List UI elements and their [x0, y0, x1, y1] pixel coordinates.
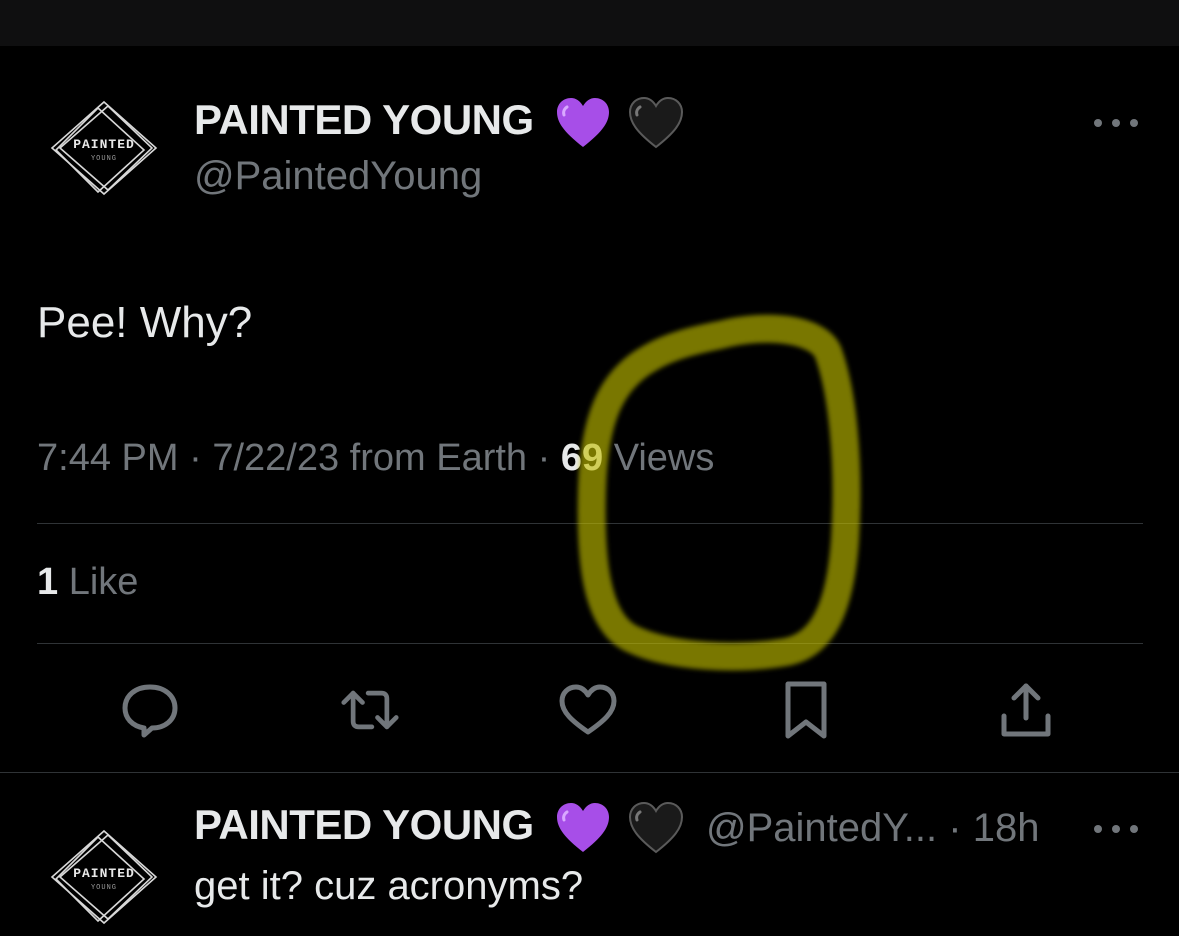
avatar-subtext: YOUNG: [91, 155, 117, 163]
divider: [37, 523, 1143, 524]
black-heart-icon: [628, 96, 684, 149]
share-button[interactable]: [996, 680, 1056, 740]
reply-display-name-row[interactable]: PAINTED YOUNG: [194, 801, 684, 854]
handle[interactable]: @PaintedYoung: [194, 154, 482, 199]
views-count[interactable]: 69: [561, 437, 603, 479]
tweet-meta: 7:44 PM · 7/22/23 from Earth · 69 Views: [37, 437, 714, 480]
tweet-divider: [0, 772, 1179, 773]
purple-heart-icon: [555, 97, 611, 149]
reply-handle[interactable]: @PaintedY...: [706, 806, 937, 850]
reply-time[interactable]: 18h: [973, 806, 1040, 850]
reply-avatar[interactable]: PAINTED YOUNG: [48, 827, 160, 927]
reply-avatar-text: PAINTED: [73, 866, 135, 881]
painted-young-logo: PAINTED YOUNG: [50, 100, 158, 196]
tweet-date: 7/22/23: [212, 437, 340, 479]
tweet-time: 7:44 PM: [37, 437, 179, 479]
avatar[interactable]: PAINTED YOUNG: [48, 98, 160, 198]
reply-avatar-subtext: YOUNG: [91, 884, 117, 892]
reply-icon: [122, 684, 178, 738]
reply-text: get it? cuz acronyms?: [194, 864, 584, 908]
meta-separator: ·: [537, 437, 551, 479]
divider: [37, 643, 1143, 644]
reply-display-name[interactable]: PAINTED YOUNG: [194, 801, 534, 848]
like-button[interactable]: [558, 680, 618, 740]
reply-separator: ·: [948, 806, 962, 850]
reply-handle-time[interactable]: @PaintedY... · 18h: [706, 806, 1039, 851]
top-bar: [0, 0, 1179, 46]
like-label[interactable]: Like: [69, 561, 139, 603]
likes-summary[interactable]: 1 Like: [37, 561, 138, 604]
highlight-circle-annotation: [560, 290, 880, 680]
bookmark-button[interactable]: [776, 680, 836, 740]
bookmark-icon: [785, 681, 827, 739]
avatar-text: PAINTED: [73, 137, 135, 152]
tweet-source: from Earth: [349, 437, 528, 479]
retweet-button[interactable]: [340, 680, 400, 740]
share-icon: [1001, 683, 1051, 737]
heart-icon: [559, 684, 617, 735]
display-name-row[interactable]: PAINTED YOUNG: [194, 96, 684, 149]
views-label[interactable]: Views: [614, 437, 715, 479]
reply-button[interactable]: [120, 680, 180, 740]
display-name[interactable]: PAINTED YOUNG: [194, 96, 534, 143]
tweet-text: Pee! Why?: [37, 298, 253, 347]
more-options-icon[interactable]: [1094, 114, 1138, 132]
meta-separator: ·: [189, 437, 202, 479]
retweet-icon: [341, 690, 399, 730]
reply-more-options-icon[interactable]: [1094, 820, 1138, 838]
like-count[interactable]: 1: [37, 561, 58, 603]
painted-young-logo: PAINTED YOUNG: [50, 829, 158, 925]
black-heart-icon: [628, 801, 684, 854]
purple-heart-icon: [555, 802, 611, 854]
